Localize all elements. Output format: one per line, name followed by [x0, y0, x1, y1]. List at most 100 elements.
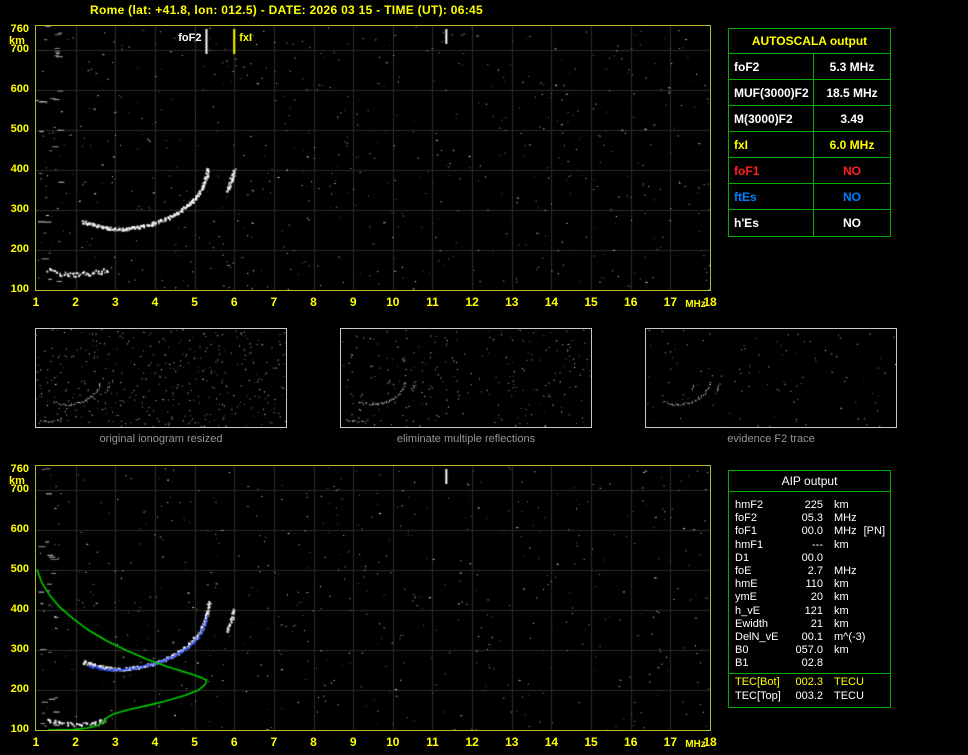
aip-table-rows: hmF2 225 km foF2 05.3 MHz foF1 00.0 MHz [PN] hmF1 -… [729, 492, 890, 707]
aip-param-unit: TECU [834, 676, 864, 689]
thumbnail-caption: original ionogram resized [99, 433, 223, 445]
aip-param-value: 05.3 [801, 512, 823, 525]
aip-param-unit: km [834, 499, 849, 511]
y-axis-tick: 760 [10, 23, 29, 35]
x-axis-tick: 15 [584, 735, 598, 749]
x-axis-tick: 12 [465, 735, 479, 749]
thumbnail-f2-canvas [646, 329, 896, 427]
y-axis-tick: 300 [10, 643, 29, 655]
autoscala-table-rows: foF2 5.3 MHz MUF(3000)F2 18.5 MHz M(3000)F2 3… [729, 54, 890, 236]
x-axis-tick: 3 [111, 295, 119, 309]
x-axis-unit-label: MHz [685, 299, 706, 310]
y-axis-tick: 400 [10, 163, 29, 175]
y-axis-tick: 600 [10, 83, 29, 95]
autoscala-row-foF1: foF1 NO [729, 158, 890, 184]
thumbnail-f2-trace: evidence F2 trace [645, 328, 897, 445]
autoscala-param-value: NO [843, 190, 861, 204]
thumbnail-caption: eliminate multiple reflections [396, 433, 536, 445]
y-axis-tick: 760 [10, 463, 29, 475]
x-axis-tick: 8 [310, 735, 317, 749]
autoscala-param-label: MUF(3000)F2 [729, 80, 814, 105]
aip-param-value: 225 [804, 499, 823, 511]
thumbnail-frame [35, 328, 287, 428]
aip-param-unit: MHz [834, 564, 857, 577]
x-axis-tick: 12 [465, 295, 479, 309]
thumbnail-multiple-reflections: eliminate multiple reflections [340, 328, 592, 445]
x-axis-tick: 4 [151, 295, 159, 309]
ionogram-top-frame: foF2 fxI [35, 25, 711, 291]
aip-param-label: DelN_vE [735, 630, 779, 643]
aip-param-value: --- [812, 538, 823, 551]
x-axis-tick: 11 [426, 295, 439, 309]
aip-output-table: AIP output hmF2 225 km foF2 05.3 MHz foF1 00.0 M… [728, 470, 891, 708]
y-axis-tick: 700 [10, 43, 29, 55]
aip-param-unit: km [834, 644, 849, 657]
x-axis-tick: 14 [544, 295, 559, 309]
aip-param-label: Ewidth [735, 617, 769, 630]
x-axis-tick: 2 [72, 295, 79, 309]
x-axis-tick: 8 [310, 295, 317, 309]
ionogram-top-canvas [36, 26, 710, 290]
aip-param-unit: km [834, 617, 849, 630]
aip-param-value: 057.0 [795, 644, 823, 657]
aip-param-value: 00.0 [801, 551, 823, 564]
autoscala-row-h'Es: h'Es NO [729, 210, 890, 236]
autoscala-param-label: ftEs [729, 184, 814, 209]
aip-param-label: hmF2 [735, 499, 764, 511]
y-axis-tick: 100 [10, 283, 29, 295]
aip-param-value: 121 [804, 604, 823, 617]
x-axis-tick: 13 [505, 735, 519, 749]
autoscala-row-foF2: foF2 5.3 MHz [729, 54, 890, 80]
autoscala-param-label: foF1 [729, 158, 814, 183]
x-axis-tick: 10 [386, 295, 400, 309]
aip-row-B0: B0 057.0 km [729, 644, 890, 657]
y-axis-tick: 500 [10, 563, 29, 575]
aip-param-unit: MHz [834, 525, 857, 538]
aip-param-value: 2.7 [807, 564, 823, 577]
x-axis-tick: 13 [505, 295, 519, 309]
aip-param-label: hmF1 [735, 538, 764, 551]
aip-table-title: AIP output [729, 471, 890, 492]
thumbnail-original-ionogram: original ionogram resized [35, 328, 287, 445]
aip-row-foF1: foF1 00.0 MHz [PN] [729, 525, 890, 538]
ionogram-bottom-frame [35, 465, 711, 731]
x-axis-tick: 14 [544, 735, 559, 749]
x-axis-tick: 6 [230, 295, 238, 309]
aip-row-hmF2: hmF2 225 km [729, 499, 890, 512]
aip-param-note: [PN] [863, 525, 886, 538]
aip-param-label: TEC[Top] [735, 689, 781, 702]
aip-row-TEC[Bot]: TEC[Bot] 002.3 TECU [729, 676, 890, 689]
x-axis-tick: 7 [270, 735, 278, 749]
x-axis-tick: 16 [624, 295, 638, 309]
aip-param-unit [823, 552, 834, 565]
y-axis-tick: 700 [10, 483, 29, 495]
autoscala-param-value: 18.5 MHz [826, 86, 878, 100]
aip-param-value: 00.0 [801, 525, 823, 538]
aip-row-DelN_vE: DelN_vE 00.1 m^(-3) [729, 631, 890, 644]
autoscala-param-value: 3.49 [840, 112, 864, 126]
thumbnail-caption: evidence F2 trace [727, 433, 815, 445]
aip-param-unit: m^(-3) [834, 630, 866, 643]
autoscala-row-ftEs: ftEs NO [729, 184, 890, 210]
aip-param-label: h_vE [735, 604, 761, 617]
x-axis-tick: 7 [270, 295, 278, 309]
autoscala-param-value: 6.0 MHz [829, 138, 875, 152]
aip-param-value: 003.2 [795, 689, 823, 702]
aip-row-TEC[Top]: TEC[Top] 003.2 TECU [729, 690, 890, 703]
thumbnail-reflections-canvas [341, 329, 591, 427]
autoscala-row-MUF(3000)F2: MUF(3000)F2 18.5 MHz [729, 80, 890, 106]
aip-row-ymE: ymE 20 km [729, 591, 890, 604]
y-axis-tick: 600 [10, 523, 29, 535]
autoscala-output-table: AUTOSCALA output foF2 5.3 MHz MUF(3000)F2 1… [728, 28, 891, 237]
aip-param-label: B0 [735, 644, 749, 657]
ionogram-plot-bottom: 760 km 700 600 500 400 300 200 100 1 2 3 4 5 6 7 8 9 10 11… [2, 463, 747, 755]
autoscala-param-value: 5.3 MHz [829, 60, 875, 74]
ionogram-bottom-x-axis: 1 2 3 4 5 6 7 8 9 10 11 12 13 14 15 16 17 18 MHz [33, 735, 717, 753]
aip-row-foE: foE 2.7 MHz [729, 565, 890, 578]
aip-row-hmF1: hmF1 --- km [729, 539, 890, 552]
ionogram-bottom-canvas [36, 466, 710, 730]
y-axis-tick: 500 [10, 123, 29, 135]
aip-param-unit: MHz [834, 512, 857, 525]
aip-param-label: ymE [735, 591, 757, 604]
autoscala-param-value: NO [843, 216, 861, 230]
